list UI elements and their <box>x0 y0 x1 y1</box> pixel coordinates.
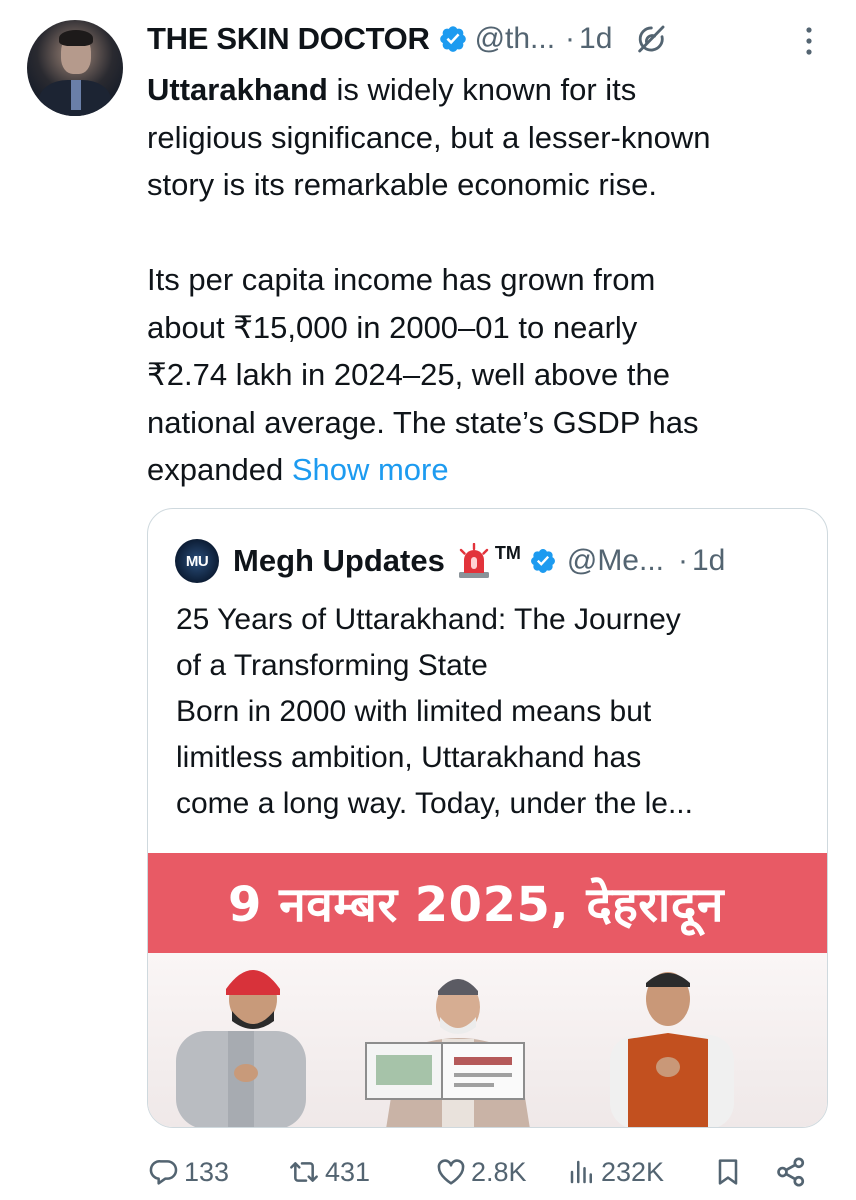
image-stage <box>148 953 827 1127</box>
separator-dot: · <box>678 544 688 577</box>
quoted-tweet-card[interactable]: MU Megh Updates TM @Me... · 1d 25 Years … <box>147 508 828 1128</box>
siren-emoji-icon <box>457 542 491 579</box>
quote-avatar[interactable]: MU <box>175 539 219 583</box>
share-icon <box>777 1157 805 1187</box>
quote-text-line: come a long way. Today, under the le... <box>176 787 693 820</box>
like-count: 2.8K <box>471 1156 527 1187</box>
avatar-tie <box>71 80 81 110</box>
text-line: national average. The state’s GSDP has <box>147 404 699 440</box>
grok-icon[interactable] <box>634 22 668 56</box>
quote-media-image[interactable]: 9 नवम्बर 2025, देहरादून <box>148 853 827 1127</box>
separator-dot: · <box>565 22 576 55</box>
repost-count: 431 <box>325 1156 371 1187</box>
quote-text-line: of a Transforming State <box>176 649 488 682</box>
text-span: expanded <box>147 452 292 487</box>
verified-badge-icon[interactable] <box>438 24 468 54</box>
quote-text-line: 25 Years of Uttarakhand: The Journey <box>176 603 681 636</box>
show-more-link[interactable]: Show more <box>292 452 449 487</box>
quote-time[interactable]: 1d <box>692 544 725 578</box>
verified-badge-icon[interactable] <box>529 547 557 575</box>
quote-header: MU Megh Updates TM @Me... · 1d <box>175 539 725 583</box>
tweet-header: THE SKIN DOCTOR @th... · 1d <box>147 18 668 60</box>
like-icon <box>437 1159 465 1185</box>
quote-author-name[interactable]: Megh Updates <box>233 543 445 579</box>
reply-button[interactable]: 133 <box>148 1150 229 1194</box>
repost-icon <box>290 1162 318 1182</box>
bold-keyword: Uttarakhand <box>147 72 328 107</box>
tweet-action-bar: 133 431 2.8K 232K <box>0 1150 856 1194</box>
avatar-hair <box>59 30 93 46</box>
banner-text: 9 नवम्बर 2025, देहरादून <box>228 877 724 933</box>
bookmark-icon <box>718 1159 738 1185</box>
quote-text-line: limitless ambition, Uttarakhand has <box>176 741 642 774</box>
views-count: 232K <box>601 1156 665 1187</box>
text-line: story is its remarkable economic rise. <box>147 167 657 202</box>
text-line: Uttarakhand is widely known for its <box>147 66 837 114</box>
text-line: expanded Show more <box>147 446 837 494</box>
bookmark-button[interactable] <box>712 1150 744 1194</box>
quote-text: 25 Years of Uttarakhand: The Journey of … <box>176 597 816 827</box>
tweet-time[interactable]: 1d <box>579 22 612 56</box>
views-button[interactable]: 232K <box>567 1150 664 1194</box>
trademark-symbol: TM <box>494 542 521 563</box>
text-line: religious significance, but a lesser-kno… <box>147 119 711 155</box>
text-line: Its per capita income has grown from <box>147 262 656 297</box>
quote-text-line: Born in 2000 with limited means but <box>176 695 652 728</box>
reply-count: 133 <box>184 1156 230 1187</box>
author-handle[interactable]: @th... <box>475 22 555 56</box>
reply-icon <box>149 1160 178 1185</box>
text-line: about ₹15,000 in 2000–01 to nearly <box>147 309 638 345</box>
author-name[interactable]: THE SKIN DOCTOR <box>147 21 430 57</box>
views-icon <box>570 1160 592 1184</box>
quote-handle[interactable]: @Me... <box>567 544 664 578</box>
image-people-illustration <box>176 970 734 1127</box>
like-button[interactable]: 2.8K <box>435 1150 527 1194</box>
text-span: is widely known for its <box>327 72 637 107</box>
image-banner: 9 नवम्बर 2025, देहरादून <box>148 853 827 953</box>
share-button[interactable] <box>774 1150 808 1194</box>
text-line: ₹2.74 lakh in 2024–25, well above the <box>147 357 670 392</box>
more-options-icon[interactable] <box>798 24 820 58</box>
author-avatar[interactable] <box>27 20 123 116</box>
tweet-text: Uttarakhand is widely known for its reli… <box>147 66 837 494</box>
repost-button[interactable]: 431 <box>287 1150 370 1194</box>
